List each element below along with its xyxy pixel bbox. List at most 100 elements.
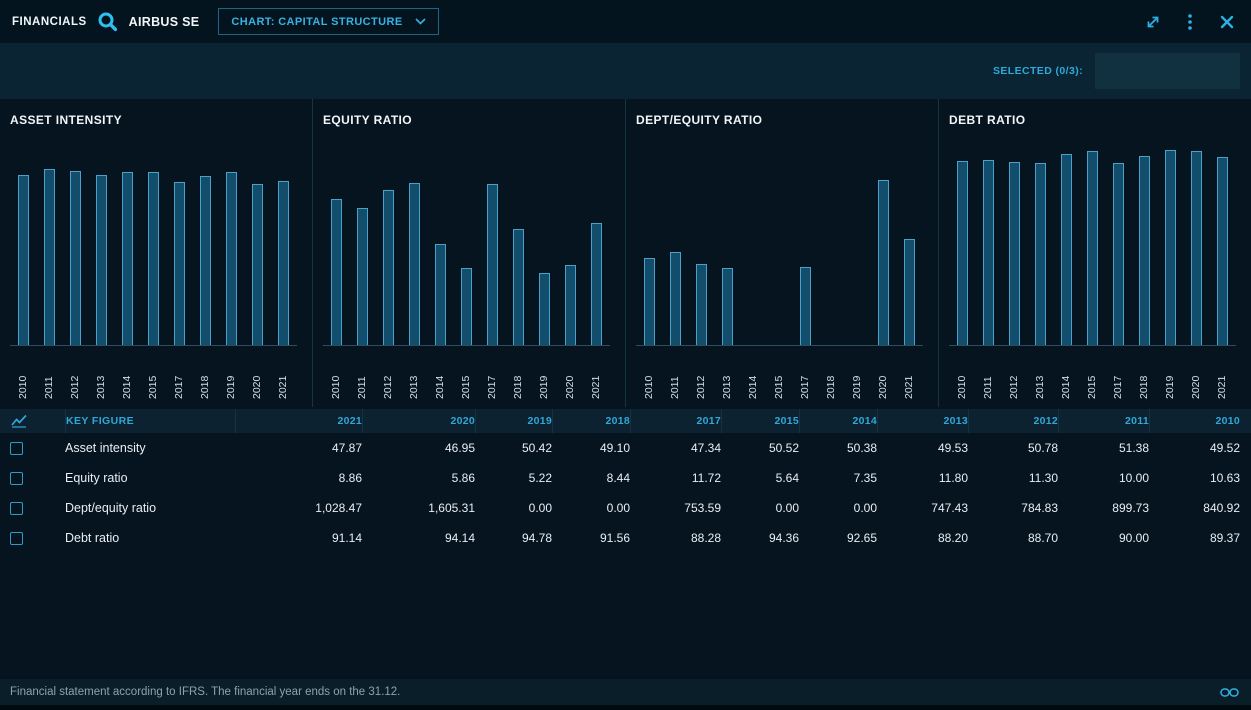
x-tick-label: 2013 (1035, 351, 1046, 399)
year-column-header: 2012 (968, 409, 1058, 433)
year-column-header: 2015 (721, 409, 799, 433)
bar-slot (10, 175, 36, 345)
value-cell: 50.52 (721, 441, 799, 455)
more-options-button[interactable] (1178, 10, 1202, 34)
x-tick-label: 2013 (96, 351, 107, 399)
bar-slot (62, 171, 88, 345)
selected-slot[interactable] (1095, 53, 1240, 89)
bar-slot (323, 199, 349, 345)
search-button[interactable] (96, 10, 120, 34)
x-tick: 2014 (114, 351, 140, 399)
x-tick: 2019 (218, 351, 244, 399)
bar-slot (870, 180, 896, 345)
table-body: Asset intensity47.8746.9550.4249.1047.34… (0, 433, 1251, 553)
bar-2014 (1061, 154, 1072, 345)
x-tick: 2014 (427, 351, 453, 399)
app-title: FINANCIALS (12, 16, 87, 28)
x-tick-label: 2017 (800, 351, 811, 399)
x-tick: 2013 (88, 351, 114, 399)
x-tick: 2015 (140, 351, 166, 399)
year-column-header: 2017 (630, 409, 721, 433)
bar-slot (557, 265, 583, 345)
value-cell: 49.52 (1149, 441, 1240, 455)
year-column-header: 2020 (362, 409, 475, 433)
x-tick-label: 2015 (461, 351, 472, 399)
bar-slot (479, 184, 505, 345)
bar-slot (375, 190, 401, 345)
bar-slot (896, 239, 922, 345)
bar-2020 (565, 265, 576, 345)
value-cell: 11.80 (877, 471, 968, 485)
bar-2012 (1009, 162, 1020, 345)
row-checkbox[interactable] (10, 502, 23, 515)
row-checkbox[interactable] (10, 442, 23, 455)
chart-panel: EQUITY RATIO2010201120122013201420152017… (312, 99, 625, 407)
table-row: Dept/equity ratio1,028.471,605.310.000.0… (0, 493, 1240, 523)
bar-slot (792, 267, 818, 345)
value-cell: 90.00 (1058, 531, 1149, 545)
bar-2010 (957, 161, 968, 345)
x-tick: 2015 (766, 351, 792, 399)
x-tick: 2018 (505, 351, 531, 399)
value-cell: 88.20 (877, 531, 968, 545)
close-icon (1219, 14, 1235, 30)
x-tick: 2011 (349, 351, 375, 399)
bar-2018 (1139, 156, 1150, 345)
chart-title: DEBT RATIO (949, 113, 1251, 129)
value-cell: 11.30 (968, 471, 1058, 485)
chart-type-dropdown[interactable]: CHART: CAPITAL STRUCTURE (218, 8, 438, 35)
bar-slot (1131, 156, 1157, 345)
key-figure-label: Equity ratio (65, 471, 235, 485)
bar-2018 (200, 176, 211, 345)
bar-slot (1079, 151, 1105, 345)
chart-bars (323, 139, 625, 345)
bar-slot (270, 181, 296, 345)
value-cell: 94.14 (362, 531, 475, 545)
x-tick-label: 2018 (1139, 351, 1150, 399)
vertical-ellipsis-icon (1187, 13, 1193, 31)
bar-2013 (722, 268, 733, 345)
x-tick: 2013 (401, 351, 427, 399)
value-cell: 91.14 (235, 531, 362, 545)
value-cell: 50.42 (475, 441, 552, 455)
value-cell: 0.00 (799, 501, 877, 515)
bar-2013 (96, 175, 107, 345)
x-tick: 2015 (1079, 351, 1105, 399)
x-tick-label: 2020 (565, 351, 576, 399)
x-tick-label: 2019 (226, 351, 237, 399)
expand-button[interactable] (1141, 10, 1165, 34)
value-cell: 784.83 (968, 501, 1058, 515)
x-axis-labels: 2010201120122013201420152017201820192020… (323, 351, 625, 399)
close-button[interactable] (1215, 10, 1239, 34)
x-tick: 2017 (1105, 351, 1131, 399)
value-cell: 88.70 (968, 531, 1058, 545)
bar-slot (1183, 151, 1209, 345)
bar-2017 (800, 267, 811, 345)
x-tick-label: 2020 (878, 351, 889, 399)
x-tick-label: 2014 (1061, 351, 1072, 399)
row-checkbox-cell (0, 502, 65, 515)
x-tick-label: 2021 (904, 351, 915, 399)
link-button[interactable] (1217, 680, 1241, 704)
bar-slot (1053, 154, 1079, 345)
x-tick-label: 2012 (1009, 351, 1020, 399)
value-cell: 49.53 (877, 441, 968, 455)
x-tick-label: 2015 (1087, 351, 1098, 399)
value-cell: 840.92 (1149, 501, 1240, 515)
x-tick: 2012 (1001, 351, 1027, 399)
company-name: AIRBUS SE (129, 15, 200, 29)
bar-2020 (1191, 151, 1202, 345)
x-tick: 2021 (896, 351, 922, 399)
row-checkbox[interactable] (10, 472, 23, 485)
x-tick-label: 2010 (644, 351, 655, 399)
x-tick-label: 2019 (539, 351, 550, 399)
x-tick: 2014 (1053, 351, 1079, 399)
value-cell: 88.28 (630, 531, 721, 545)
x-tick: 2010 (949, 351, 975, 399)
row-checkbox[interactable] (10, 532, 23, 545)
x-tick-label: 2010 (18, 351, 29, 399)
financials-window: FINANCIALS AIRBUS SE CHART: CAPITAL STRU… (0, 0, 1251, 710)
x-tick: 2020 (1183, 351, 1209, 399)
year-column-header: 2021 (235, 409, 362, 433)
x-tick-label: 2020 (1191, 351, 1202, 399)
